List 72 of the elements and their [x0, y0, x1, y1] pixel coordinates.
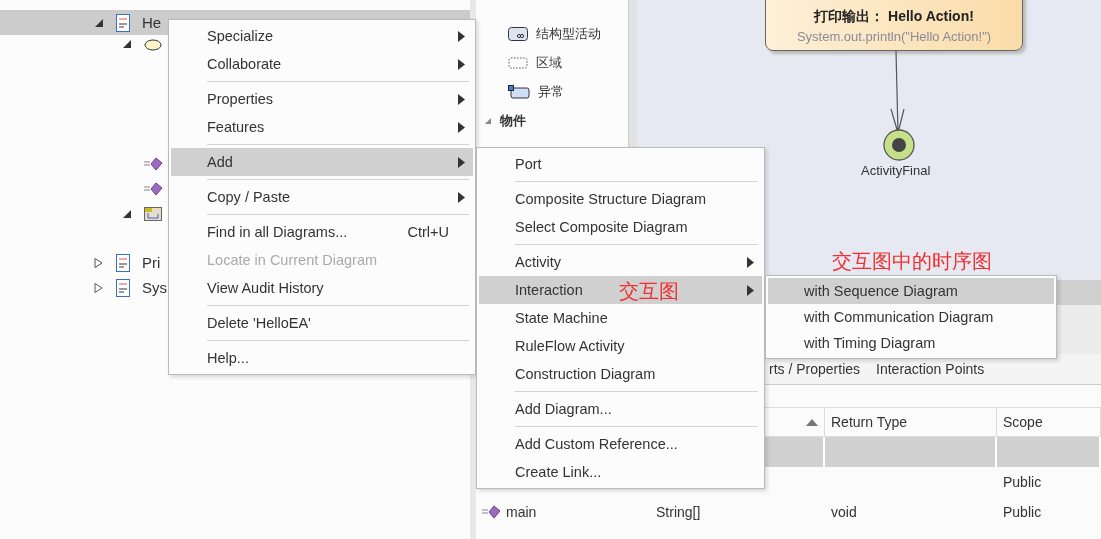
submenu-arrow-icon: [458, 156, 465, 168]
method-icon: [482, 505, 502, 519]
menu-item[interactable]: with Communication Diagram: [768, 304, 1054, 330]
toolbox-section[interactable]: 物件: [484, 106, 628, 136]
menu-item[interactable]: State Machine: [479, 304, 762, 332]
tree-item[interactable]: Pri: [142, 254, 161, 271]
class-icon: [116, 13, 130, 32]
menu-item[interactable]: Activity: [479, 248, 762, 276]
tree-item[interactable]: Sys: [142, 279, 167, 296]
class-icon: [116, 278, 130, 297]
expand-icon[interactable]: [94, 282, 104, 293]
table-cell: main: [506, 504, 537, 520]
column-header[interactable]: Return Type: [825, 408, 997, 436]
toolbox-item[interactable]: 结构型活动: [508, 19, 628, 48]
menu-item[interactable]: Delete 'HelloEA': [171, 309, 473, 337]
action-node[interactable]: 打印输出： Hello Action! System.out.println("Hello Action!"): [765, 0, 1023, 51]
menu-item[interactable]: Specialize: [171, 22, 473, 50]
method-icon: [144, 156, 164, 171]
menu-item[interactable]: Add Diagram...: [479, 395, 762, 423]
action-code: System.out.println("Hello Action!"): [796, 29, 992, 44]
menu-item[interactable]: Copy / Paste: [171, 183, 473, 211]
annotation-text: 交互图: [619, 279, 679, 304]
panel-tab[interactable]: rts / Properties: [769, 360, 861, 378]
menu-item[interactable]: Add Custom Reference...: [479, 430, 762, 458]
collapse-icon[interactable]: [94, 17, 104, 28]
submenu-arrow-icon: [747, 284, 754, 296]
table-cell: String[]: [656, 504, 701, 520]
node-label: ActivityFinal: [861, 163, 931, 178]
toolbox-item[interactable]: 区域: [508, 48, 628, 77]
collapse-icon[interactable]: [122, 208, 132, 219]
tree-item[interactable]: He: [142, 14, 162, 31]
menu-item[interactable]: RuleFlow Activity: [479, 332, 762, 360]
menu-item[interactable]: Add: [171, 148, 473, 176]
menu-item[interactable]: Features: [171, 113, 473, 141]
class-icon: [116, 253, 130, 272]
action-title: 打印输出： Hello Action!: [814, 8, 974, 26]
menu-item[interactable]: Help...: [171, 344, 473, 372]
menu-item[interactable]: Create Link...: [479, 458, 762, 486]
oval-icon: [144, 39, 162, 51]
menu-item[interactable]: with Timing Diagram: [768, 330, 1054, 356]
menu-item[interactable]: with Sequence Diagram: [768, 278, 1054, 304]
expand-icon[interactable]: [94, 257, 104, 268]
menu-item[interactable]: Select Composite Diagram: [479, 213, 762, 241]
table-row[interactable]: main String[] void Public: [476, 497, 1101, 527]
menu-item[interactable]: Collaborate: [171, 50, 473, 78]
collapse-icon: [484, 117, 492, 125]
submenu-arrow-icon: [458, 93, 465, 105]
submenu-arrow-icon: [458, 191, 465, 203]
table-cell: Public: [1003, 504, 1042, 520]
menu-item[interactable]: Find in all Diagrams... Ctrl+U: [171, 218, 473, 246]
menu-item[interactable]: Construction Diagram: [479, 360, 762, 388]
table-cell: void: [831, 504, 857, 520]
menu-item[interactable]: Composite Structure Diagram: [479, 185, 762, 213]
submenu-arrow-icon: [458, 121, 465, 133]
submenu-arrow-icon: [458, 30, 465, 42]
collapse-icon[interactable]: [122, 39, 132, 49]
toolbox-item[interactable]: 异常: [508, 77, 628, 106]
rounded-rectangle-icon: [508, 26, 528, 41]
column-header[interactable]: Scope: [997, 408, 1101, 436]
annotation-text: 交互图中的时序图: [832, 249, 992, 274]
diagram-icon: [144, 206, 162, 221]
menu-item[interactable]: View Audit History: [171, 274, 473, 302]
final-node-icon[interactable]: [883, 129, 915, 161]
dashed-rectangle-icon: [508, 55, 528, 70]
menu-item[interactable]: Port: [479, 150, 762, 178]
submenu-arrow-icon: [747, 256, 754, 268]
menu-item[interactable]: Properties: [171, 85, 473, 113]
panel-tab[interactable]: Interaction Points: [876, 360, 985, 378]
submenu-arrow-icon: [458, 58, 465, 70]
method-icon: [144, 181, 164, 196]
exception-icon: [508, 84, 530, 99]
sort-arrow-icon: [806, 418, 818, 426]
